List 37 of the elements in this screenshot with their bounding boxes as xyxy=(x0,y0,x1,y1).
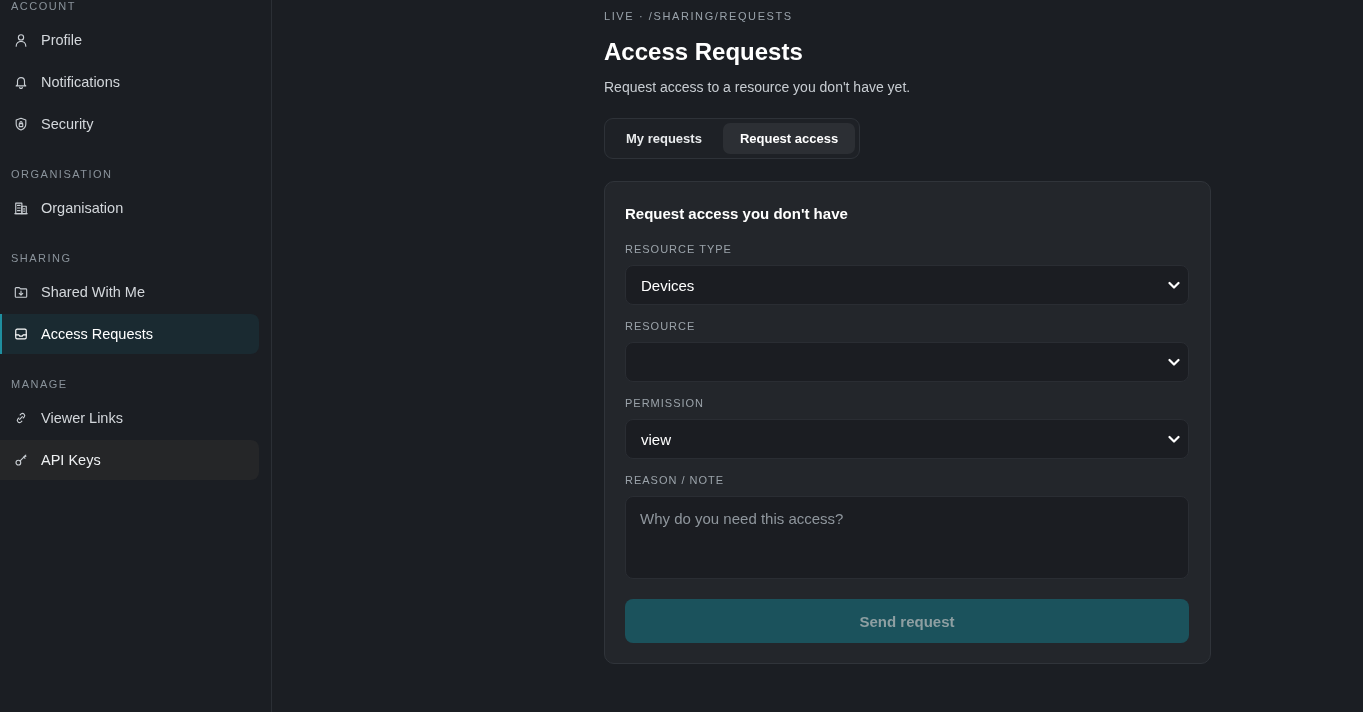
key-icon xyxy=(14,453,28,467)
sidebar-item[interactable]: Profile xyxy=(0,20,259,60)
building-icon xyxy=(14,201,28,215)
section-label: MANAGE xyxy=(10,378,69,390)
folder-icon xyxy=(14,285,28,299)
section-label: ACCOUNT xyxy=(10,0,77,12)
page-title: Access Requests xyxy=(604,37,804,67)
section-label: ORGANISATION xyxy=(10,168,114,180)
sidebar-item[interactable]: Access Requests xyxy=(0,314,259,354)
sidebar-item[interactable]: Shared With Me xyxy=(0,272,259,312)
breadcrumb: LIVE · /SHARING/REQUESTS xyxy=(604,9,794,23)
field-label: PERMISSION xyxy=(625,396,706,410)
sidebar-item[interactable]: Security xyxy=(0,104,259,144)
field-label: RESOURCE TYPE xyxy=(625,242,733,256)
field-label: REASON / NOTE xyxy=(625,473,726,487)
card-title: Request access you don't have xyxy=(625,204,849,224)
chevron-down-icon xyxy=(1168,279,1180,291)
dropdown-field[interactable] xyxy=(625,342,1189,382)
dropdown-field[interactable]: view xyxy=(625,419,1189,459)
field-label: RESOURCE xyxy=(625,319,697,333)
chevron-down-icon xyxy=(1168,433,1180,445)
page-subtitle: Request access to a resource you don't have yet. xyxy=(604,78,912,97)
tab[interactable]: My requests xyxy=(609,123,719,154)
link-icon xyxy=(14,411,28,425)
sidebar-item[interactable]: Organisation xyxy=(0,188,259,228)
dropdown-field[interactable]: Devices xyxy=(625,265,1189,305)
sidebar-item[interactable]: Notifications xyxy=(0,62,259,102)
shield-icon xyxy=(14,117,28,131)
sidebar-item[interactable]: Viewer Links xyxy=(0,398,259,438)
person-icon xyxy=(14,33,28,47)
sidebar-item[interactable]: API Keys xyxy=(0,440,259,480)
tab[interactable]: Request access xyxy=(722,123,856,154)
text-area-field[interactable]: Why do you need this access? xyxy=(625,496,1189,579)
bell-icon xyxy=(14,75,28,89)
chevron-down-icon xyxy=(1168,356,1180,368)
inbox-icon xyxy=(14,327,28,341)
section-label: SHARING xyxy=(10,252,73,264)
